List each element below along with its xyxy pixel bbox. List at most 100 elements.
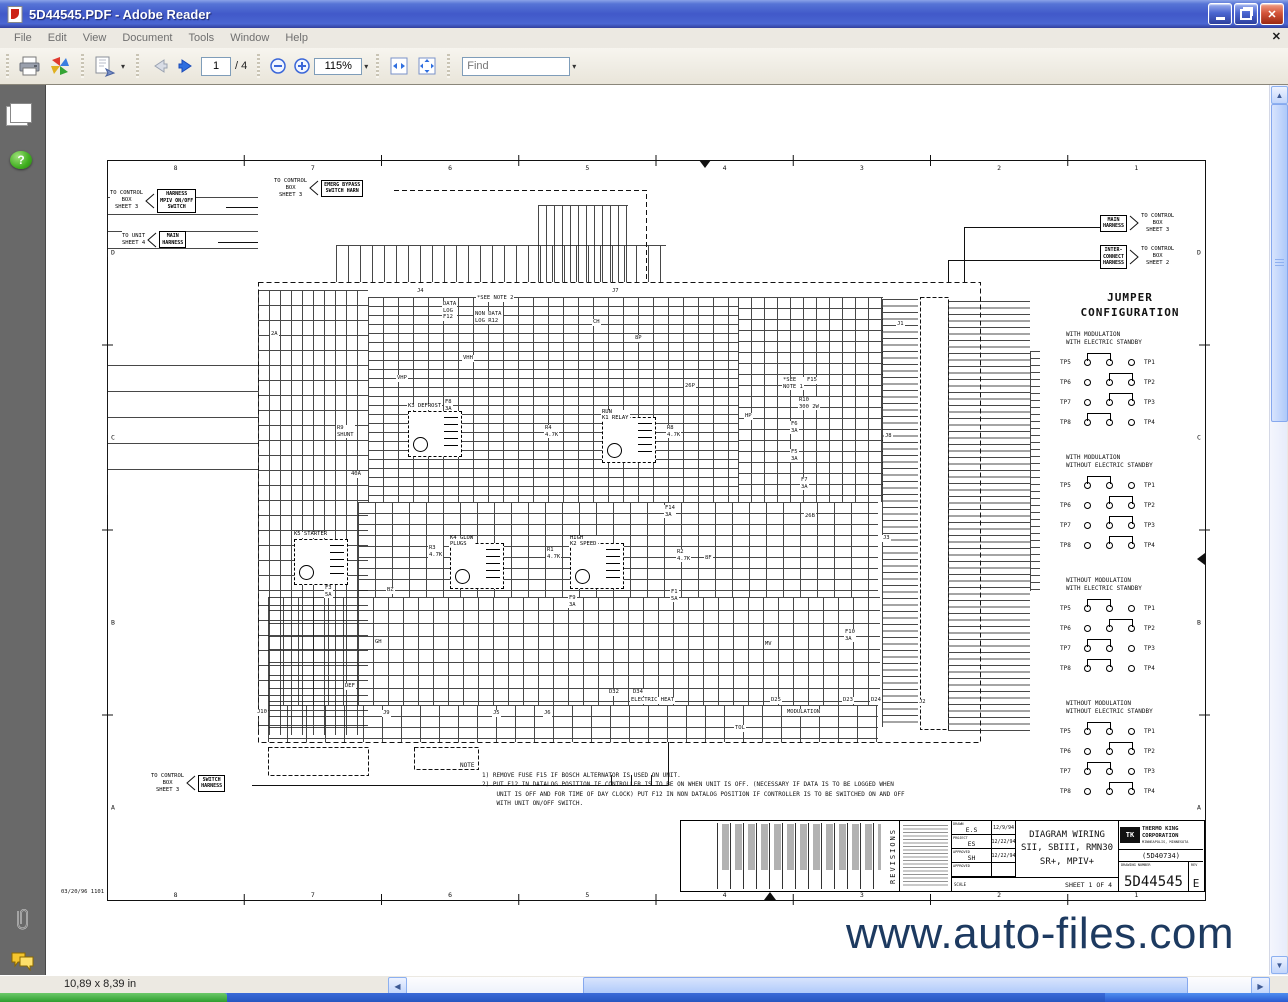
menu-edit[interactable]: Edit <box>40 28 75 48</box>
toolbar: ▾ / 4 115% <box>0 48 1288 85</box>
jumper-row: TP8TP4 <box>1054 535 1206 555</box>
test-point-label: TP3 <box>1144 400 1155 406</box>
arrow-left-icon <box>145 193 155 209</box>
drawing-number: 5D44545 <box>1124 874 1183 891</box>
diagram-label: 8P <box>634 335 643 342</box>
find-dropdown-arrow-icon[interactable]: ▾ <box>570 62 578 71</box>
test-point-circle <box>1128 482 1135 489</box>
minimize-button[interactable] <box>1208 3 1232 25</box>
toolbar-close-icon[interactable]: ✕ <box>1272 30 1281 43</box>
restore-button[interactable] <box>1234 3 1258 25</box>
acrobat-collaborate-button[interactable] <box>45 52 75 80</box>
diagram-label: DEF <box>344 683 356 690</box>
zone-label: D <box>1197 249 1201 257</box>
relay-box: RUN K1 RELAY <box>602 417 656 463</box>
previous-page-button[interactable] <box>145 52 173 80</box>
diagram-label: D24 <box>870 697 882 704</box>
test-point-label: TP2 <box>1144 503 1155 509</box>
menu-document[interactable]: Document <box>114 28 180 48</box>
scale-label: SCALE <box>954 882 966 887</box>
diagram-label: 26B <box>804 513 816 520</box>
zone-label: 3 <box>860 164 864 172</box>
sheet-label: SHEET 1 OF 4 <box>1065 881 1112 889</box>
test-point-circle <box>1128 728 1135 735</box>
relay-coil <box>413 437 428 452</box>
pinwheel-icon <box>48 54 72 78</box>
taskbar-segment <box>227 993 1105 1002</box>
jumper-link <box>1087 639 1111 647</box>
test-point-label: TP6 <box>1060 380 1071 386</box>
diagram-label: F6 3A <box>790 421 799 434</box>
plus-circle-icon <box>293 57 311 75</box>
company-name: THERMO KING CORPORATION MINNEAPOLIS, MIN… <box>1142 826 1188 844</box>
diagram-label: NON DATA LOG R12 <box>474 311 503 324</box>
diagram-label: D25 <box>770 697 782 704</box>
jumper-link <box>1109 373 1133 381</box>
vertical-scrollbar[interactable]: ▲ ▼ <box>1269 85 1287 975</box>
vertical-scroll-thumb[interactable] <box>1271 104 1288 422</box>
menu-view[interactable]: View <box>75 28 115 48</box>
zoom-out-button[interactable] <box>266 52 290 80</box>
test-point-label: TP1 <box>1144 606 1155 612</box>
scroll-down-icon[interactable]: ▼ <box>1271 956 1288 974</box>
callout-emerg-bypass: TO CONTROL BOX SHEET 3 EMERG BYPASS SWIT… <box>274 178 363 199</box>
zoom-level-value[interactable]: 115% <box>314 58 362 75</box>
test-point-label: TP8 <box>1060 666 1071 672</box>
next-page-button[interactable] <box>173 52 201 80</box>
fit-page-button[interactable] <box>413 52 441 80</box>
forward-arrow-icon <box>176 56 198 76</box>
menu-help[interactable]: Help <box>277 28 316 48</box>
pages-panel-icon[interactable] <box>10 103 32 123</box>
relay-pins <box>638 423 652 457</box>
diagram-label: *SEE NOTE 1 <box>782 377 804 390</box>
diagram-label: MV <box>764 641 773 648</box>
jumper-group-header: WITH MODULATION WITH ELECTRIC STANDBY <box>1066 331 1206 347</box>
test-point-label: TP3 <box>1144 646 1155 652</box>
close-button[interactable]: ✕ <box>1260 3 1284 25</box>
signature-label: PROJECT <box>953 836 968 840</box>
menu-tools[interactable]: Tools <box>181 28 223 48</box>
diagram-label: CH <box>592 319 601 326</box>
zone-label: 3 <box>860 891 864 899</box>
test-point-label: TP3 <box>1144 523 1155 529</box>
fit-page-icon <box>416 55 438 77</box>
diagram-label: J10 <box>256 709 268 716</box>
zone-label: 6 <box>448 164 452 172</box>
callout-interconnect-harness: INTER- CONNECT HARNESS TO CONTROL BOX SH… <box>1100 245 1174 269</box>
find-input[interactable] <box>462 57 570 76</box>
note-block: NOTE 1) REMOVE FUSE F15 IF BOSCH ALTERNA… <box>460 761 905 809</box>
print-button[interactable] <box>15 52 45 80</box>
relay-box: K4 GLOW PLUGS <box>450 543 504 589</box>
zone-label: 1 <box>1134 891 1138 899</box>
jumper-row: TP8TP4 <box>1054 781 1206 801</box>
company-name-text: THERMO KING CORPORATION <box>1142 826 1178 839</box>
zone-label: 6 <box>448 891 452 899</box>
zoom-in-button[interactable] <box>290 52 314 80</box>
diagram-label: J5 <box>492 710 501 717</box>
diagram-label: D32 <box>608 689 620 696</box>
page-number-input[interactable] <box>201 57 231 76</box>
diagram-label: 8F <box>704 555 713 562</box>
scroll-up-icon[interactable]: ▲ <box>1271 86 1288 104</box>
drawing-number-header: DRAWING NUMBER <box>1121 863 1151 867</box>
fit-width-button[interactable] <box>385 52 413 80</box>
diagram-label: R1 4.7K <box>546 547 561 560</box>
pdf-page: 8877665544332211DDCCBBAA J4*SEE NOTE 2J7… <box>46 85 1269 975</box>
comments-icon[interactable] <box>10 951 36 976</box>
relay-coil <box>575 569 590 584</box>
how-to-help-icon[interactable]: ? <box>10 151 32 169</box>
relay-box: HIGH K2 SPEED <box>570 543 624 589</box>
navigation-sidebar: ? <box>0 85 46 975</box>
jumper-row: TP6TP2 <box>1054 618 1206 638</box>
menu-window[interactable]: Window <box>222 28 277 48</box>
test-point-label: TP4 <box>1144 789 1155 795</box>
test-point-label: TP4 <box>1144 666 1155 672</box>
relay-box: K3 DEFROST <box>408 411 462 457</box>
menu-file[interactable]: File <box>6 28 40 48</box>
note-line: 1) REMOVE FUSE F15 IF BOSCH ALTERNATOR I… <box>482 771 905 781</box>
jumper-row: TP5TP1 <box>1054 475 1206 495</box>
attachments-icon[interactable] <box>10 907 34 938</box>
signature-rows: DRAWNE.S12/9/94PROJECTES12/22/94APPROVED… <box>952 821 1016 877</box>
email-button[interactable]: ▾ <box>90 52 130 80</box>
zoom-dropdown-arrow-icon[interactable]: ▾ <box>362 62 370 71</box>
